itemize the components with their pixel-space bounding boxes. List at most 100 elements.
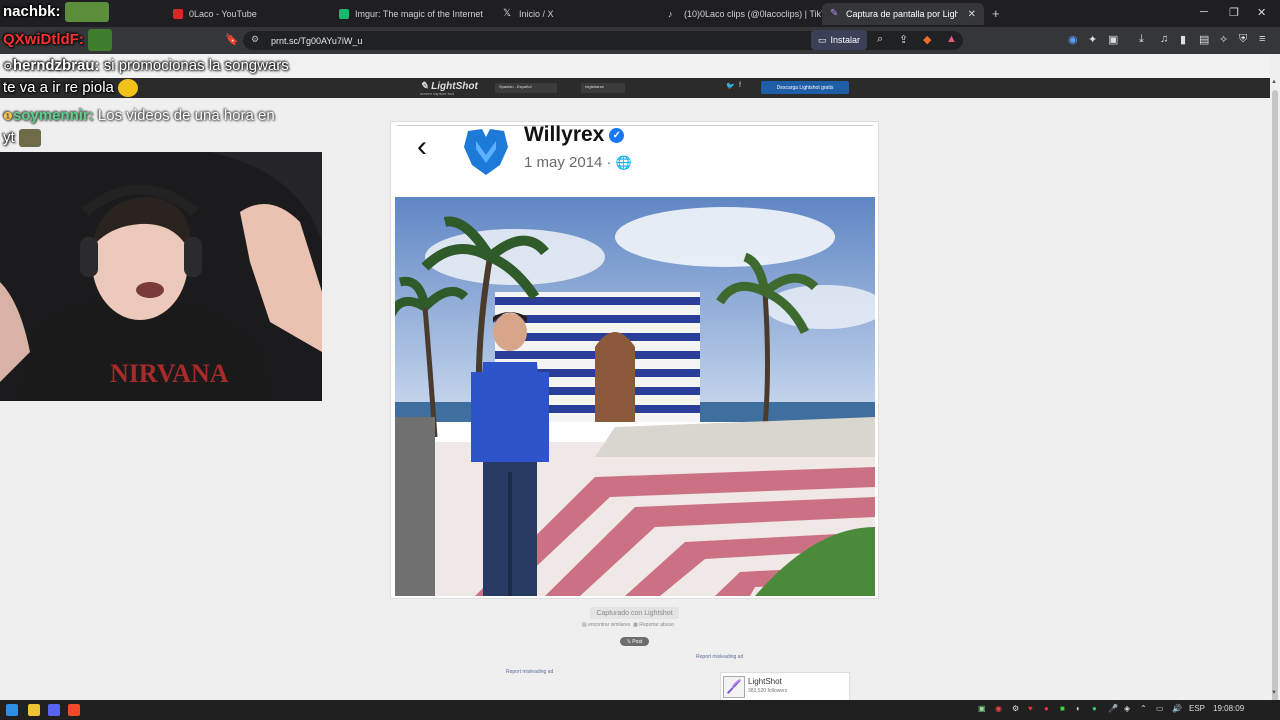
x-post-button[interactable]: 𝕏 Post bbox=[620, 637, 649, 646]
verified-badge-icon: ✓ bbox=[609, 127, 625, 143]
language-select[interactable]: Spanish - Español bbox=[495, 83, 557, 93]
brave-rewards-icon[interactable]: ▲ bbox=[946, 33, 957, 45]
install-icon: ▭ bbox=[818, 34, 827, 45]
follow-box-followers: 383,520 followers bbox=[748, 688, 788, 694]
microphone-icon[interactable]: 🎤 bbox=[1108, 704, 1118, 713]
tray-nvidia-icon[interactable]: ▣ bbox=[978, 704, 986, 713]
tab-label: Imgur: The magic of the Internet bbox=[355, 9, 483, 19]
tray-obs-icon[interactable]: ● bbox=[1044, 704, 1049, 713]
imgur-icon bbox=[339, 9, 349, 19]
download-lightshot-button[interactable]: Descarga Lightshot gratis bbox=[761, 81, 849, 94]
brave-icon[interactable] bbox=[68, 704, 80, 716]
x-logo-icon: 𝕏 bbox=[503, 8, 512, 19]
tray-steam-icon[interactable]: ⚙ bbox=[1012, 704, 1019, 713]
zoom-icon[interactable]: ⌕ bbox=[877, 33, 883, 46]
report-misleading-ad-link[interactable]: Report misleading ad bbox=[506, 669, 553, 675]
puzzle-icon[interactable]: ✦ bbox=[1088, 33, 1097, 46]
volume-icon[interactable]: 🔊 bbox=[1172, 704, 1182, 713]
svg-text:NIRVANA: NIRVANA bbox=[110, 359, 229, 388]
chat-message: te va a ir re piola bbox=[3, 79, 139, 98]
back-arrow-icon: ‹ bbox=[417, 130, 427, 163]
bookmark-icon[interactable]: 🔖 bbox=[225, 33, 239, 46]
tray-app-icon[interactable]: ♥ bbox=[1028, 704, 1033, 713]
install-button[interactable]: ▭ Instalar bbox=[811, 30, 868, 50]
tiktok-icon: ♪ bbox=[668, 9, 673, 19]
scroll-up-icon[interactable]: ▲ bbox=[1271, 79, 1277, 85]
tray-spotify-icon[interactable]: ● bbox=[1092, 704, 1097, 713]
report-misleading-ad-link[interactable]: Report misleading ad bbox=[696, 654, 743, 660]
brave-shields-icon[interactable]: ◆ bbox=[923, 33, 931, 46]
search-similar-link[interactable]: ▤ encontrar similares bbox=[582, 622, 630, 628]
network-icon[interactable]: ▭ bbox=[1156, 704, 1164, 713]
tab-search-icon[interactable]: ▣ bbox=[1108, 33, 1118, 46]
leo-ai-icon[interactable]: ✧ bbox=[1219, 33, 1228, 46]
wallet-icon[interactable]: ▤ bbox=[1199, 33, 1209, 46]
report-abuse-link[interactable]: ▦ Reportar abuso bbox=[633, 622, 674, 628]
chat-username: soymennir: bbox=[12, 107, 94, 124]
menu-icon[interactable]: ≡ bbox=[1259, 33, 1265, 45]
tray-app-icon[interactable]: ◈ bbox=[1124, 704, 1130, 713]
tab-tiktok[interactable]: ♪ (10)0Laco clips (@0lacoclips) | TikTok bbox=[660, 3, 822, 25]
lightshot-logo[interactable]: ✎ LightShot screen capture tool bbox=[420, 81, 478, 96]
share-icon[interactable]: ⇪ bbox=[899, 33, 908, 46]
chat-badge-icon: ❶ bbox=[3, 111, 13, 123]
download-icon[interactable]: ⤓ bbox=[1139, 33, 1144, 46]
facebook-icon[interactable]: f bbox=[739, 82, 741, 89]
willyrex-avatar bbox=[464, 129, 508, 175]
lightshot-header: ✎ LightShot screen capture tool Spanish … bbox=[0, 78, 1270, 98]
post-photo bbox=[395, 197, 875, 596]
chat-message: yt bbox=[3, 129, 41, 148]
caption-text: Capturado con Lightshot bbox=[596, 609, 673, 617]
minimize-icon[interactable]: ─ bbox=[1200, 6, 1208, 18]
screenshot-image[interactable]: ‹ Willyrex ✓ 1 may 2014 · 🌐 bbox=[390, 121, 879, 599]
twitter-icon[interactable]: 🐦 bbox=[726, 82, 735, 90]
tray-app-icon[interactable]: ■ bbox=[1060, 704, 1065, 713]
lightshot-follow-box[interactable]: LightShot 383,520 followers bbox=[720, 672, 850, 701]
chat-text: te va a ir re piola bbox=[3, 79, 114, 96]
tab-imgur[interactable]: Imgur: The magic of the Internet bbox=[331, 3, 491, 25]
chat-badge-icon: ⚙ bbox=[3, 61, 13, 73]
tab-lightshot[interactable]: ✎ Captura de pantalla por Lightshot ✕ bbox=[822, 3, 984, 25]
close-window-icon[interactable]: ✕ bbox=[1257, 6, 1266, 19]
globe-icon: 🌐 bbox=[615, 155, 632, 170]
page-scrollbar[interactable]: ▲ ▼ bbox=[1270, 78, 1280, 710]
captured-with-lightshot: Capturado con Lightshot bbox=[590, 607, 679, 619]
show-hidden-icons[interactable]: ⌃ bbox=[1140, 704, 1147, 713]
tray-app-icon[interactable]: ◉ bbox=[995, 704, 1002, 713]
discord-icon[interactable] bbox=[48, 704, 60, 716]
windows-taskbar: ▣ ◉ ⚙ ♥ ● ■ ◐ ● 🎤 ◈ ⌃ ▭ 🔊 ESP 19:08:09 bbox=[0, 700, 1280, 720]
new-tab-button[interactable]: + bbox=[992, 6, 1000, 21]
browser-toolbar: 🔖 ⚙ prnt.sc/Tg00AYu7iW_u ▭ Instalar ⌕ ⇪ … bbox=[0, 27, 1280, 54]
tab-x[interactable]: 𝕏 Inicio / X bbox=[495, 3, 655, 25]
chat-message: nachbk: bbox=[3, 2, 109, 22]
site-info-icon[interactable]: ⚙ bbox=[251, 34, 259, 45]
download-lightshot-label: Descarga Lightshot gratis bbox=[776, 84, 834, 91]
tab-youtube[interactable]: 0Laco - YouTube bbox=[165, 3, 325, 25]
media-icon[interactable]: ♫ bbox=[1160, 33, 1168, 45]
install-label: Instalar bbox=[830, 35, 861, 45]
tab-label: Captura de pantalla por Lightshot bbox=[846, 9, 958, 19]
author-name: Willyrex ✓ bbox=[524, 123, 625, 147]
scrollbar-thumb[interactable] bbox=[1272, 90, 1278, 710]
extension-icon[interactable]: ◉ bbox=[1068, 33, 1078, 46]
close-tab-icon[interactable]: ✕ bbox=[968, 9, 976, 20]
chat-username: nachbk: bbox=[3, 2, 61, 20]
tab-label: Inicio / X bbox=[519, 9, 554, 19]
vpn-icon[interactable]: ⛨ bbox=[1239, 33, 1247, 46]
scroll-down-icon[interactable]: ▼ bbox=[1271, 690, 1277, 696]
file-explorer-icon[interactable] bbox=[28, 704, 40, 716]
post-date-text: 1 may 2014 · bbox=[524, 154, 612, 171]
follow-box-title: LightShot bbox=[748, 677, 782, 686]
chat-text: si promocionas la songwars bbox=[99, 57, 289, 74]
sidebar-icon[interactable]: ▮ bbox=[1180, 33, 1186, 46]
language-indicator[interactable]: ESP bbox=[1189, 704, 1205, 713]
post-label: Post bbox=[632, 638, 643, 645]
url-text: prnt.sc/Tg00AYu7iW_u bbox=[271, 35, 363, 46]
tray-app-icon[interactable]: ◐ bbox=[1076, 704, 1081, 713]
chat-username: herndzbrau: bbox=[12, 57, 100, 74]
restore-icon[interactable]: ❐ bbox=[1229, 6, 1239, 19]
account-select[interactable]: registrarse bbox=[581, 83, 625, 93]
clock[interactable]: 19:08:09 bbox=[1213, 704, 1244, 713]
start-icon[interactable] bbox=[6, 704, 18, 716]
lightshot-feather-icon: ✎ bbox=[830, 8, 839, 19]
